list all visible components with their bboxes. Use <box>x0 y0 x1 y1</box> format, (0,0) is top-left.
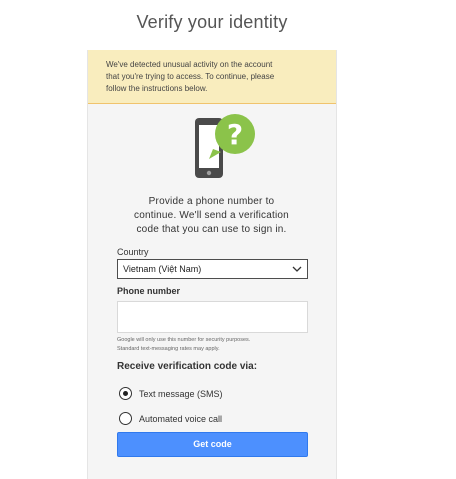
fine-print-line: Google will only use this number for sec… <box>117 337 251 343</box>
radio-button-selected[interactable] <box>119 387 132 400</box>
instructions-text: Provide a phone number to continue. We'l… <box>116 195 307 237</box>
warning-line: follow the instructions below. <box>106 84 208 93</box>
country-select[interactable]: Vietnam (Việt Nam) <box>117 259 308 279</box>
phone-question-icon: ? <box>193 112 257 184</box>
get-code-button[interactable]: Get code <box>117 432 308 457</box>
instructions-line: code that you can use to sign in. <box>136 224 287 235</box>
svg-text:?: ? <box>227 118 243 151</box>
radio-label: Text message (SMS) <box>139 389 223 399</box>
country-selected-value: Vietnam (Việt Nam) <box>123 264 202 274</box>
phone-number-input[interactable] <box>117 301 308 333</box>
radio-label: Automated voice call <box>139 414 223 424</box>
radio-dot <box>123 391 128 396</box>
phone-number-label: Phone number <box>117 286 181 296</box>
fine-print-line: Standard text-messaging rates may apply. <box>117 346 220 352</box>
instructions-line: Provide a phone number to <box>148 196 275 207</box>
country-label: Country <box>117 247 149 257</box>
receive-method-label: Receive verification code via: <box>117 361 258 372</box>
unusual-activity-warning: We've detected unusual activity on the a… <box>88 50 336 104</box>
radio-button[interactable] <box>119 412 132 425</box>
instructions-line: continue. We'll send a verification <box>134 210 289 221</box>
warning-line: We've detected unusual activity on the a… <box>106 60 273 69</box>
page-title: Verify your identity <box>136 12 288 32</box>
verification-card: We've detected unusual activity on the a… <box>87 50 337 479</box>
chevron-down-icon <box>292 265 302 273</box>
warning-line: that you're trying to access. To continu… <box>106 72 275 81</box>
phone-fine-print: Google will only use this number for sec… <box>117 336 317 354</box>
